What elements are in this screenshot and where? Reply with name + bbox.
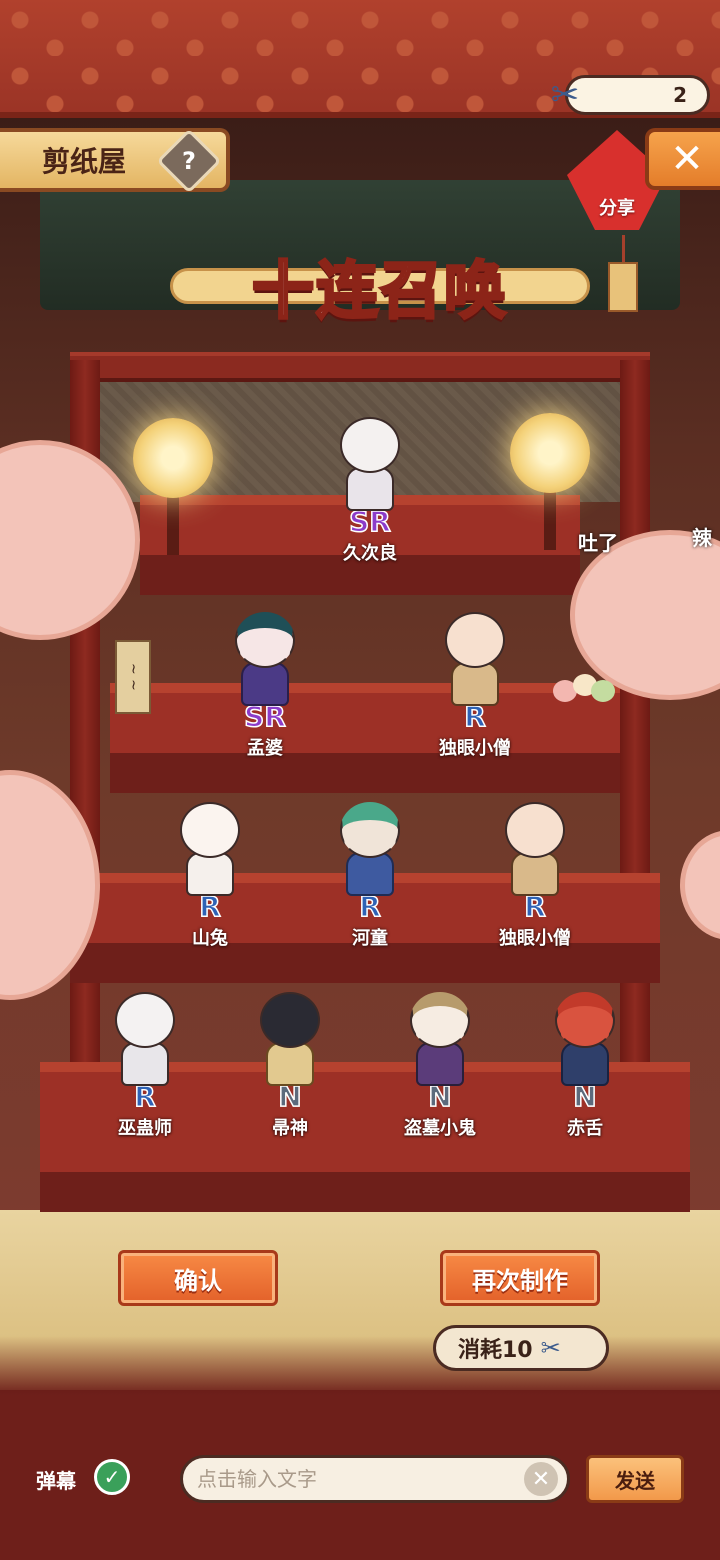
- summon-card-10[interactable]: N 赤舌: [525, 970, 645, 1140]
- clear-icon: ✕: [531, 1466, 551, 1492]
- character-name: 孟婆: [247, 738, 283, 759]
- lantern-post-right: [544, 490, 556, 550]
- character-figure: [221, 608, 309, 708]
- torii-beam: [70, 352, 650, 382]
- stair-step-2: [110, 683, 620, 793]
- lantern-left: [133, 418, 213, 498]
- danmaku-message: 辣: [692, 526, 712, 550]
- character-figure: [431, 608, 519, 708]
- character-name: 山兔: [192, 928, 228, 949]
- check-icon: ✓: [103, 1465, 121, 1489]
- character-figure: [396, 988, 484, 1088]
- make-again-button[interactable]: 再次制作: [440, 1250, 600, 1306]
- character-name: 帚神: [272, 1118, 308, 1139]
- crane-tag: [608, 262, 638, 312]
- summon-title: 十连召唤: [170, 240, 590, 330]
- character-name: 盗墓小鬼: [404, 1118, 476, 1139]
- close-icon: ✕: [670, 136, 704, 182]
- cost-indicator: 消耗10 ✂: [433, 1325, 609, 1371]
- character-figure: [246, 988, 334, 1088]
- character-name: 巫蛊师: [118, 1118, 172, 1139]
- summon-card-1[interactable]: SR 久次良: [310, 395, 430, 565]
- character-name: 赤舌: [567, 1118, 603, 1139]
- lantern-post-left: [167, 495, 179, 555]
- character-figure: [101, 988, 189, 1088]
- character-figure: [326, 798, 414, 898]
- character-figure: [326, 413, 414, 513]
- cost-label: 消耗10: [458, 1338, 533, 1363]
- confirm-button[interactable]: 确认: [118, 1250, 278, 1306]
- summon-card-6[interactable]: R 独眼小僧: [475, 780, 595, 950]
- summon-card-4[interactable]: R 山兔: [150, 780, 270, 950]
- page-title: 剪纸屋: [42, 145, 127, 178]
- mochi-plate: [545, 670, 623, 710]
- send-label: 发送: [615, 1468, 655, 1493]
- summon-card-2[interactable]: SR 孟婆: [205, 590, 325, 760]
- summon-title-text: 十连召唤: [250, 253, 508, 329]
- clear-input-button[interactable]: ✕: [524, 1462, 558, 1496]
- share-label: 分享: [599, 198, 635, 219]
- confirm-label: 确认: [174, 1266, 222, 1295]
- danmaku-toggle-label: 弹幕: [36, 1469, 76, 1493]
- character-figure: [491, 798, 579, 898]
- help-symbol: ?: [182, 146, 196, 175]
- character-name: 独眼小僧: [499, 928, 571, 949]
- send-button[interactable]: 发送: [586, 1455, 684, 1503]
- character-name: 河童: [352, 928, 388, 949]
- summon-card-7[interactable]: R 巫蛊师: [85, 970, 205, 1140]
- lantern-right: [510, 413, 590, 493]
- scissors-icon: ✂: [540, 1334, 561, 1362]
- danmaku-message: 吐了: [578, 531, 618, 555]
- danmaku-input[interactable]: [180, 1455, 570, 1503]
- scissors-icon: ✂: [550, 75, 580, 115]
- crane-string: [622, 235, 625, 265]
- character-figure: [166, 798, 254, 898]
- danmaku-toggle-checkbox[interactable]: ✓: [94, 1459, 130, 1495]
- summon-card-8[interactable]: N 帚神: [230, 970, 350, 1140]
- summon-card-5[interactable]: R 河童: [310, 780, 430, 950]
- make-again-label: 再次制作: [472, 1266, 568, 1295]
- character-name: 独眼小僧: [439, 738, 511, 759]
- character-name: 久次良: [343, 543, 397, 564]
- paper-count: 2: [673, 83, 687, 107]
- wooden-sign: ~ ~: [115, 640, 151, 714]
- close-button[interactable]: ✕: [645, 128, 720, 190]
- character-figure: [541, 988, 629, 1088]
- summon-card-3[interactable]: R 独眼小僧: [415, 590, 535, 760]
- summon-card-9[interactable]: N 盗墓小鬼: [380, 970, 500, 1140]
